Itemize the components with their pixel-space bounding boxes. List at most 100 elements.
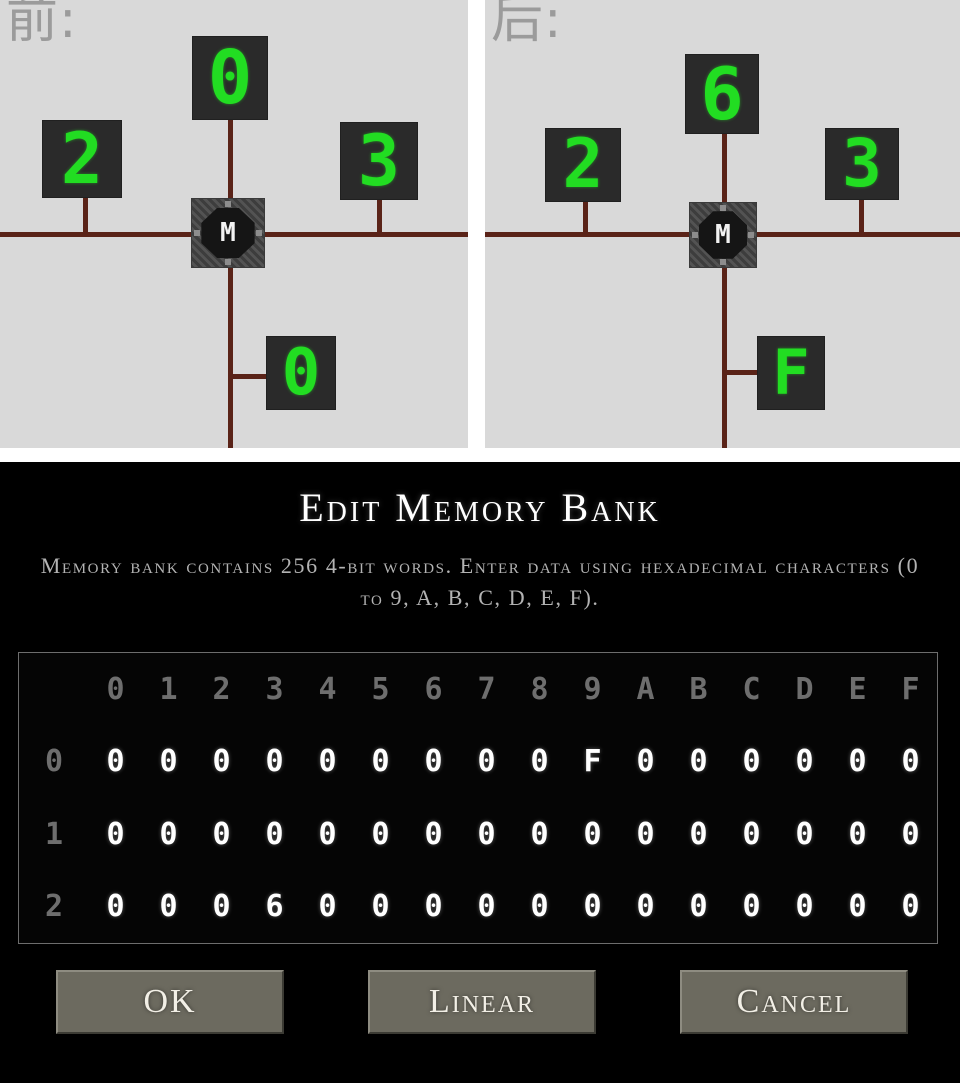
column-header-2: 2 [212, 671, 231, 707]
memory-grid-panel: 0123456789ABCDEF0000000000F0000001000000… [18, 652, 938, 944]
memory-block-letter: M [220, 217, 236, 248]
table-row: 0000000000F000000 [19, 726, 937, 799]
redstone-stem-left [83, 196, 88, 234]
block-nub-left [194, 230, 200, 236]
memory-cell[interactable]: 0 [513, 726, 566, 799]
seven-segment-display-left: 2 [545, 128, 621, 202]
memory-cell[interactable]: 0 [460, 798, 513, 871]
memory-cell[interactable]: 0 [460, 871, 513, 944]
memory-cell[interactable]: 0 [460, 726, 513, 799]
seven-segment-display-bottom: F [757, 336, 825, 410]
redstone-wire-bottom [722, 268, 727, 448]
memory-cell[interactable]: 0 [407, 726, 460, 799]
memory-cell[interactable]: 0 [354, 871, 407, 944]
memory-cell[interactable]: 0 [778, 871, 831, 944]
memory-cell[interactable]: 0 [884, 871, 937, 944]
memory-cell[interactable]: 0 [195, 871, 248, 944]
memory-cell[interactable]: 0 [513, 798, 566, 871]
memory-cell[interactable]: 0 [831, 871, 884, 944]
grid-header-row: 0123456789ABCDEF [19, 653, 937, 726]
redstone-wire-top [228, 118, 233, 208]
column-header-E: E [848, 671, 867, 707]
memory-cell[interactable]: 0 [725, 871, 778, 944]
memory-cell[interactable]: 0 [301, 726, 354, 799]
memory-cell[interactable]: 6 [248, 871, 301, 944]
memory-cell[interactable]: 0 [142, 798, 195, 871]
grid-corner-cell [19, 653, 89, 726]
block-nub-right [748, 232, 754, 238]
seven-segment-glyph: 6 [700, 52, 744, 136]
memory-bank-block[interactable]: M [689, 202, 757, 268]
memory-cell[interactable]: 0 [195, 726, 248, 799]
memory-block-face: M [201, 207, 255, 259]
row-label-1: 1 [44, 816, 64, 852]
memory-cell[interactable]: 0 [354, 798, 407, 871]
column-header-B: B [689, 671, 708, 707]
memory-cell[interactable]: 0 [513, 871, 566, 944]
dialog-button-bar: OK Linear Cancel [0, 970, 960, 1040]
table-row: 20006000000000000 [19, 871, 937, 944]
memory-cell[interactable]: 0 [407, 871, 460, 944]
memory-bank-block[interactable]: M [191, 198, 265, 268]
memory-cell[interactable]: 0 [672, 871, 725, 944]
memory-cell[interactable]: 0 [778, 726, 831, 799]
after-screenshot-panel: 后: 6 2 3 F M [485, 0, 960, 448]
seven-segment-display-bottom: 0 [266, 336, 336, 410]
memory-cell[interactable]: 0 [142, 871, 195, 944]
memory-cell[interactable]: 0 [884, 798, 937, 871]
memory-cell[interactable]: 0 [619, 726, 672, 799]
ok-button[interactable]: OK [56, 970, 284, 1034]
before-after-comparison: 前: 0 2 3 0 M 后: 6 2 3 F M [0, 0, 960, 462]
memory-cell[interactable]: 0 [831, 726, 884, 799]
memory-cell[interactable]: 0 [619, 798, 672, 871]
memory-cell[interactable]: 0 [778, 798, 831, 871]
block-nub-left [692, 232, 698, 238]
memory-cell[interactable]: 0 [407, 798, 460, 871]
linear-button[interactable]: Linear [368, 970, 596, 1034]
memory-cell[interactable]: F [566, 726, 619, 799]
column-header-7: 7 [477, 671, 496, 707]
memory-cell[interactable]: 0 [831, 798, 884, 871]
memory-cell[interactable]: 0 [619, 871, 672, 944]
memory-cell[interactable]: 0 [248, 798, 301, 871]
memory-cell[interactable]: 0 [301, 798, 354, 871]
seven-segment-display-top: 0 [192, 36, 268, 120]
row-label-0: 0 [44, 744, 64, 780]
memory-cell[interactable]: 0 [884, 726, 937, 799]
memory-cell[interactable]: 0 [566, 871, 619, 944]
memory-block-face: M [698, 211, 748, 259]
edit-memory-bank-dialog: Edit Memory Bank Memory bank contains 25… [0, 462, 960, 1083]
column-header-9: 9 [583, 671, 602, 707]
memory-cell[interactable]: 0 [566, 798, 619, 871]
column-header-6: 6 [424, 671, 443, 707]
memory-cell[interactable]: 0 [672, 798, 725, 871]
memory-cell[interactable]: 0 [89, 726, 142, 799]
redstone-wire-bottom [228, 268, 233, 448]
memory-cell[interactable]: 0 [195, 798, 248, 871]
column-header-F: F [901, 671, 920, 707]
memory-cell[interactable]: 0 [142, 726, 195, 799]
seven-segment-glyph: 0 [281, 336, 321, 410]
memory-cell[interactable]: 0 [672, 726, 725, 799]
memory-cell[interactable]: 0 [725, 798, 778, 871]
block-nub-right [256, 230, 262, 236]
memory-cell[interactable]: 0 [301, 871, 354, 944]
memory-cell[interactable]: 0 [354, 726, 407, 799]
page-title: Edit Memory Bank [299, 485, 661, 530]
before-screenshot-panel: 前: 0 2 3 0 M [0, 0, 468, 448]
seven-segment-display-top: 6 [685, 54, 759, 134]
column-header-0: 0 [106, 671, 125, 707]
memory-grid-table: 0123456789ABCDEF0000000000F0000001000000… [19, 653, 937, 943]
memory-cell[interactable]: 0 [89, 871, 142, 944]
redstone-wire-top [722, 132, 727, 208]
column-header-3: 3 [265, 671, 284, 707]
memory-cell[interactable]: 0 [89, 798, 142, 871]
cancel-button[interactable]: Cancel [680, 970, 908, 1034]
memory-cell[interactable]: 0 [248, 726, 301, 799]
memory-cell[interactable]: 0 [725, 726, 778, 799]
column-header-C: C [742, 671, 761, 707]
column-header-A: A [636, 671, 655, 707]
seven-segment-glyph: 0 [207, 35, 253, 121]
column-header-1: 1 [159, 671, 178, 707]
block-nub-top [720, 205, 726, 211]
